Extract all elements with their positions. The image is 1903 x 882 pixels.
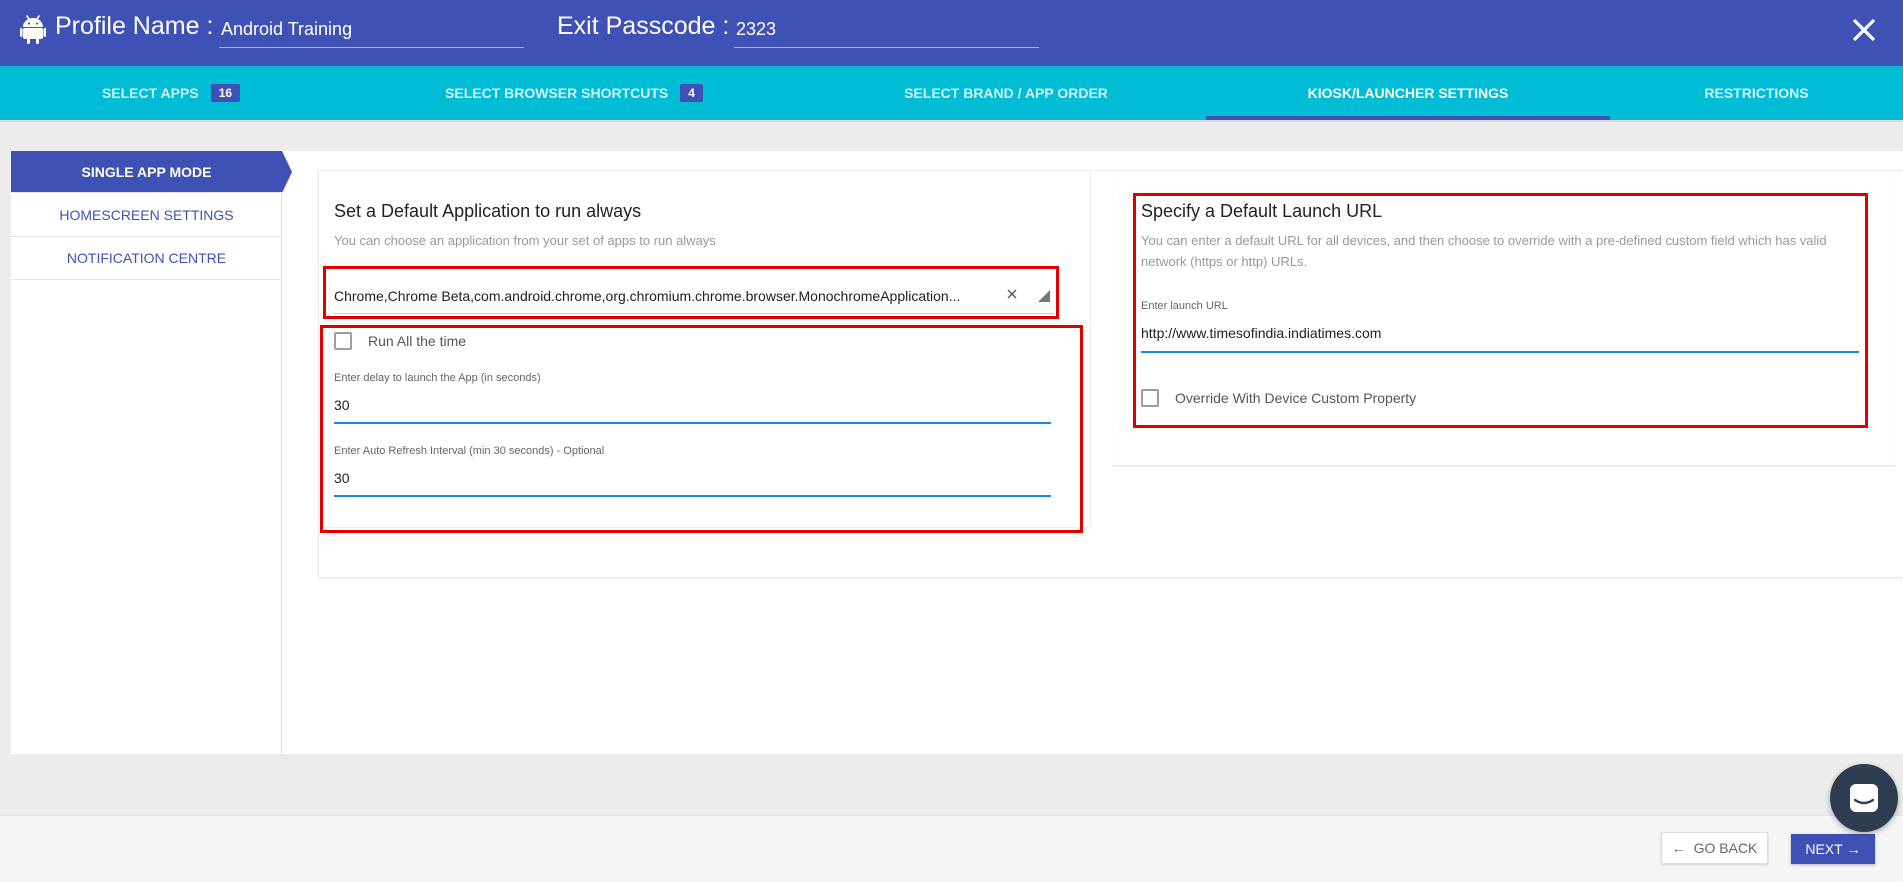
arrow-right-icon: → — [1846, 841, 1861, 857]
default-app-description: You can choose an application from your … — [334, 233, 716, 248]
wizard-tabs: SELECT APPS 16 SELECT BROWSER SHORTCUTS … — [0, 66, 1903, 120]
sidebar-item-homescreen-settings[interactable]: HOMESCREEN SETTINGS — [11, 193, 282, 237]
settings-sidebar: SINGLE APP MODE HOMESCREEN SETTINGS NOTI… — [11, 151, 292, 754]
tab-select-browser-shortcuts[interactable]: SELECT BROWSER SHORTCUTS 4 — [342, 66, 806, 120]
tab-select-brand-app-order[interactable]: SELECT BRAND / APP ORDER — [806, 66, 1206, 120]
refresh-interval-label: Enter Auto Refresh Interval (min 30 seco… — [334, 445, 605, 457]
refresh-input-underline — [334, 495, 1051, 497]
sidebar-item-single-app-mode[interactable]: SINGLE APP MODE — [11, 151, 282, 193]
default-app-panel — [318, 170, 1091, 528]
wizard-footer — [0, 815, 1903, 882]
sidebar-item-label: SINGLE APP MODE — [81, 163, 212, 180]
exit-passcode-label: Exit Passcode : — [557, 12, 730, 40]
tab-label: KIOSK/LAUNCHER SETTINGS — [1307, 85, 1509, 101]
next-button[interactable]: NEXT → — [1791, 834, 1875, 864]
go-back-label: GO BACK — [1693, 840, 1758, 856]
dropdown-caret-icon[interactable] — [1038, 290, 1050, 302]
run-all-time-label: Run All the time — [368, 333, 467, 349]
chat-icon — [1850, 784, 1878, 812]
launch-url-label: Enter launch URL — [1141, 300, 1228, 312]
delay-input-underline — [334, 422, 1051, 424]
active-item-arrow — [282, 151, 292, 193]
apps-count-badge: 16 — [210, 84, 241, 102]
arrow-left-icon: ← — [1671, 840, 1686, 856]
tabs-shadow — [0, 120, 1903, 122]
shortcuts-count-badge: 4 — [680, 84, 703, 102]
delay-label: Enter delay to launch the App (in second… — [334, 372, 541, 384]
default-app-title: Set a Default Application to run always — [334, 201, 642, 221]
android-icon — [20, 15, 46, 44]
tab-label: SELECT BROWSER SHORTCUTS — [445, 85, 669, 101]
refresh-interval-input[interactable]: 30 — [334, 470, 350, 486]
chat-launcher-button[interactable] — [1830, 764, 1898, 832]
launch-url-title: Specify a Default Launch URL — [1141, 201, 1383, 221]
run-all-time-checkbox[interactable] — [334, 332, 352, 350]
launch-url-description: You can enter a default URL for all devi… — [1141, 233, 1827, 269]
delay-input[interactable]: 30 — [334, 397, 350, 413]
profile-name-label: Profile Name : — [55, 12, 214, 40]
next-label: NEXT — [1805, 841, 1843, 857]
clear-icon[interactable] — [1006, 288, 1018, 300]
sidebar-item-label: NOTIFICATION CENTRE — [66, 250, 227, 266]
override-custom-property-checkbox[interactable] — [1141, 389, 1159, 407]
close-icon[interactable] — [1848, 14, 1880, 46]
override-custom-property-label: Override With Device Custom Property — [1175, 390, 1417, 406]
tab-restrictions[interactable]: RESTRICTIONS — [1610, 66, 1903, 120]
default-app-select[interactable]: Chrome,Chrome Beta,com.android.chrome,or… — [334, 278, 1054, 314]
tab-label: RESTRICTIONS — [1704, 85, 1809, 101]
sidebar-item-label: HOMESCREEN SETTINGS — [59, 206, 234, 223]
tab-label: SELECT BRAND / APP ORDER — [904, 85, 1108, 101]
selected-app-value: Chrome,Chrome Beta,com.android.chrome,or… — [334, 288, 961, 304]
profile-name-input[interactable]: Android Training — [219, 16, 524, 48]
go-back-button[interactable]: ← GO BACK — [1661, 832, 1768, 864]
tab-select-apps[interactable]: SELECT APPS 16 — [0, 66, 342, 120]
tab-kiosk-launcher-settings[interactable]: KIOSK/LAUNCHER SETTINGS — [1206, 66, 1610, 120]
launch-url-underline — [1141, 351, 1859, 353]
tab-label: SELECT APPS — [101, 85, 199, 101]
profile-header: Profile Name : Android Training Exit Pas… — [0, 0, 1903, 66]
sidebar-item-notification-centre[interactable]: NOTIFICATION CENTRE — [11, 237, 282, 280]
exit-passcode-input[interactable]: 2323 — [734, 16, 1039, 48]
launch-url-input[interactable]: http://www.timesofindia.indiatimes.com — [1141, 325, 1381, 341]
